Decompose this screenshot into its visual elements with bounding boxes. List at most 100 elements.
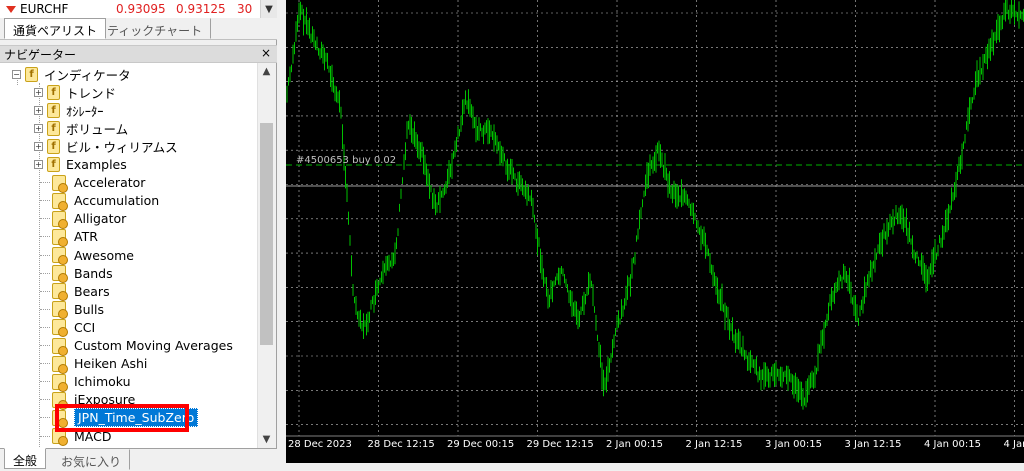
- time-label: 28 Dec 2023: [288, 439, 352, 450]
- navigator-tree: − f インディケータ + f トレンド + f ｵｼﾚｰﾀｰ + f ボリューム + f ビル・ウィリアム…: [0, 63, 257, 448]
- left-panel: EURCHF 0.93095 0.93125 30 ▼ 通貨ペアリスト ティック…: [0, 0, 277, 471]
- navigator-header: ナビゲーター ×: [0, 45, 277, 63]
- indicator-label: Awesome: [74, 247, 134, 263]
- tree-line: [40, 254, 50, 256]
- time-label: 4 Jan 00:15: [924, 439, 981, 450]
- tree-line: [40, 200, 50, 202]
- tree-folder-label: トレンド: [66, 85, 117, 101]
- tree-folder-item[interactable]: + f ボリューム: [34, 119, 128, 137]
- indicator-icon: [52, 355, 68, 374]
- time-label: 2 Jan 00:15: [606, 439, 663, 450]
- tab-general[interactable]: 全般: [4, 448, 47, 469]
- tree-indicator-item[interactable]: Accelerator: [40, 174, 145, 193]
- tab-tick-chart[interactable]: ティックチャート: [98, 18, 212, 39]
- time-label: 3 Jan 12:15: [844, 439, 902, 450]
- tree-folder-item[interactable]: + f ｵｼﾚｰﾀｰ: [34, 101, 104, 119]
- indicator-icon: [52, 373, 68, 392]
- price-chart[interactable]: #4500653 buy 0.02 28 Dec 2023 28 Dec 12:1…: [286, 0, 1024, 463]
- tree-folder-label: Examples: [66, 157, 127, 172]
- bid-price: 0.93095: [116, 2, 166, 16]
- indicator-label: MACD: [74, 428, 112, 444]
- tree-line: [40, 381, 50, 383]
- chart-canvas: [286, 0, 1024, 437]
- tree-indicator-item[interactable]: ATR: [40, 228, 98, 247]
- indicator-icon: [52, 265, 68, 284]
- indicator-icon: [52, 228, 68, 247]
- scroll-down-icon[interactable]: ▼: [258, 431, 275, 448]
- tree-indicator-item[interactable]: Heiken Ashi: [40, 355, 148, 374]
- expand-icon[interactable]: +: [34, 160, 43, 169]
- tree-indicator-item[interactable]: Bulls: [40, 300, 104, 320]
- order-label: #4500653 buy 0.02: [296, 155, 397, 166]
- tree-folder-item[interactable]: + f ビル・ウィリアムス: [34, 137, 178, 155]
- tree-indicator-item[interactable]: CCI: [40, 318, 95, 338]
- tab-currency-list[interactable]: 通貨ペアリスト: [4, 18, 107, 39]
- tree-indicator-item[interactable]: Bears: [40, 282, 110, 302]
- folder-icon: f: [47, 102, 60, 118]
- scroll-up-icon[interactable]: ▲: [258, 63, 275, 80]
- tree-line: [40, 218, 50, 220]
- expand-icon[interactable]: +: [34, 141, 43, 151]
- tree-indicator-item[interactable]: MACD: [40, 427, 112, 446]
- tree-indicator-item[interactable]: Ichimoku: [40, 373, 131, 392]
- tree-line: [40, 326, 50, 328]
- scroll-thumb[interactable]: [260, 123, 273, 345]
- indicator-icon: [52, 319, 68, 338]
- time-label: 2 Jan 12:15: [685, 439, 743, 450]
- indicator-icon: [52, 301, 68, 320]
- down-arrow-icon: [6, 5, 16, 13]
- time-label: 29 Dec 00:15: [447, 439, 515, 450]
- tree-line: [40, 236, 50, 238]
- tree-line: [40, 290, 50, 292]
- tree-indicator-item[interactable]: Alligator: [40, 210, 127, 229]
- close-icon[interactable]: ×: [261, 46, 271, 60]
- tree-line: [40, 363, 50, 365]
- tree-indicator-item[interactable]: JPN_Time_SubZero: [40, 408, 199, 428]
- tree-folder-item[interactable]: + f Examples: [34, 156, 127, 174]
- tree-indicator-item[interactable]: Accumulation: [40, 192, 160, 211]
- indicator-icon: [52, 174, 68, 193]
- indicator-label: Heiken Ashi: [74, 356, 148, 372]
- indicator-icon: [52, 391, 68, 410]
- indicator-icon: [52, 428, 68, 446]
- time-label: 29 Dec 12:15: [526, 439, 594, 450]
- tree-indicator-item[interactable]: Awesome: [40, 246, 134, 265]
- tree-line: [40, 182, 50, 184]
- tree-folder-label: ビル・ウィリアムス: [66, 139, 178, 155]
- indicator-label: Custom Moving Averages: [74, 338, 233, 353]
- tree-root-indicators[interactable]: − f インディケータ: [12, 65, 131, 83]
- indicator-icon: [52, 283, 68, 302]
- market-watch-tabs: 通貨ペアリスト ティックチャート: [0, 18, 277, 40]
- selected-indicator-label: JPN_Time_SubZero: [74, 408, 199, 428]
- tree-line: [40, 435, 50, 437]
- tree-scrollbar[interactable]: ▲ ▼: [257, 63, 274, 448]
- tree-line: [40, 399, 50, 401]
- folder-icon: f: [47, 138, 60, 154]
- tab-favorites[interactable]: お気に入り: [52, 449, 131, 470]
- expand-icon[interactable]: +: [34, 87, 43, 97]
- ask-price: 0.93125: [176, 2, 226, 16]
- tree-indicator-item[interactable]: Custom Moving Averages: [40, 337, 233, 356]
- tree-folder-label: ｵｼﾚｰﾀｰ: [66, 103, 104, 119]
- time-label: 4 Jan: [1003, 439, 1024, 450]
- tree-folder-item[interactable]: + f トレンド: [34, 83, 116, 101]
- indicator-label: Bulls: [74, 301, 104, 317]
- chart-window: #4500653 buy 0.02 28 Dec 2023 28 Dec 12:1…: [278, 0, 1024, 471]
- scroll-down-icon[interactable]: ▼: [260, 0, 277, 18]
- spread-value: 30: [237, 2, 253, 16]
- indicator-label: Alligator: [74, 211, 127, 227]
- indicator-icon: [52, 192, 68, 211]
- time-label: 28 Dec 12:15: [367, 439, 435, 450]
- symbol-name: EURCHF: [20, 2, 69, 16]
- indicator-label: ATR: [74, 229, 98, 245]
- indicator-label: iExposure: [74, 392, 136, 408]
- indicator-label: Accumulation: [74, 193, 160, 209]
- expand-icon[interactable]: +: [34, 123, 43, 133]
- folder-icon: f: [25, 66, 38, 82]
- collapse-icon[interactable]: −: [12, 69, 21, 79]
- tree-indicator-item[interactable]: Bands: [40, 264, 113, 284]
- tree-indicator-item[interactable]: iExposure: [40, 391, 136, 410]
- expand-icon[interactable]: +: [34, 105, 43, 115]
- market-watch-row[interactable]: EURCHF 0.93095 0.93125 30 ▼: [0, 0, 277, 18]
- indicator-icon: [52, 210, 68, 229]
